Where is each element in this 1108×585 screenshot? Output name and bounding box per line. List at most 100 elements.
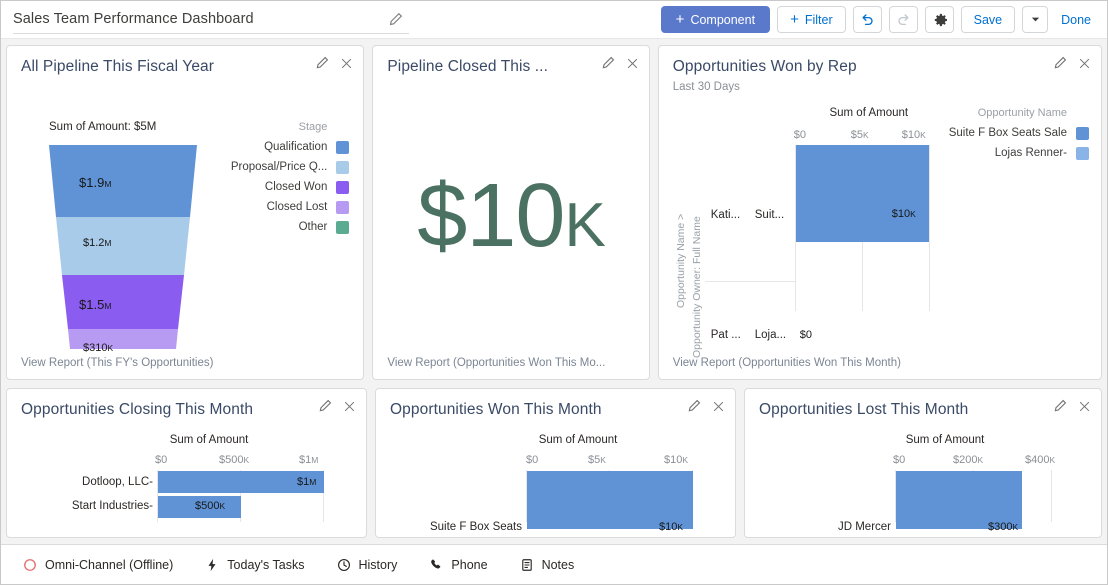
metric-value: $10K: [417, 176, 605, 257]
legend-label: Closed Won: [265, 181, 327, 193]
view-report-link[interactable]: View Report (This FY's Opportunities): [7, 357, 363, 379]
gridline: [929, 145, 930, 311]
bar-value-label-1: $10K: [892, 208, 916, 220]
x-tick-0: $0: [893, 454, 905, 466]
utility-item-omni-channel[interactable]: Omni-Channel (Offline): [7, 545, 189, 584]
legend-swatch-icon: [336, 221, 349, 234]
done-button[interactable]: Done: [1055, 6, 1097, 33]
dashboard-row-2: Opportunities Closing This Month Sum of …: [6, 388, 1102, 538]
legend-label: Proposal/Price Q...: [231, 161, 328, 173]
close-icon[interactable]: [626, 57, 639, 70]
utility-item-label: History: [359, 558, 398, 572]
legend-label: Suite F Box Seats Sale: [949, 127, 1067, 139]
pencil-icon[interactable]: [318, 399, 332, 413]
legend-label: Lojas Renner-: [995, 147, 1067, 159]
card-header: Opportunities Won This Month: [376, 389, 735, 420]
plus-icon: +: [790, 12, 799, 27]
card-all-pipeline-this-fiscal-year[interactable]: All Pipeline This Fiscal Year Sum of Amo…: [6, 45, 364, 380]
x-tick-0: $0: [526, 454, 538, 466]
category-label-start-industries: Start Industries-: [51, 500, 153, 512]
legend-swatch-icon: [336, 201, 349, 214]
subcategory-label-opp-2: Loja...: [755, 329, 786, 341]
card-opportunities-closing-this-month[interactable]: Opportunities Closing This Month Sum of …: [6, 388, 367, 538]
card-opportunities-won-by-rep[interactable]: Opportunities Won by Rep Last 30 Days Su…: [658, 45, 1102, 380]
utility-item-history[interactable]: History: [321, 545, 414, 584]
save-button[interactable]: Save: [961, 6, 1016, 33]
legend-swatch-icon: [1076, 147, 1089, 160]
close-icon[interactable]: [1078, 400, 1091, 413]
add-filter-label: Filter: [805, 13, 833, 27]
close-icon[interactable]: [340, 57, 353, 70]
phone-icon: [429, 558, 443, 572]
card-header: Opportunities Won by Rep Last 30 Days: [659, 46, 1101, 93]
close-icon[interactable]: [1078, 57, 1091, 70]
view-report-link[interactable]: View Report (Opportunities Won This Mo..…: [373, 357, 648, 379]
legend-item-proposal[interactable]: Proposal/Price Q...: [231, 161, 350, 174]
bar-suite-f-box-seats[interactable]: [796, 145, 929, 242]
legend-item-suite-f[interactable]: Suite F Box Seats Sale: [949, 127, 1089, 140]
x-axis-title: Sum of Amount: [129, 434, 289, 446]
add-component-button[interactable]: + Component: [661, 6, 770, 33]
y-axis-inner-title: Opportunity Owner: Full Name: [691, 216, 703, 358]
y-axis-outer-title: Opportunity Name >: [675, 213, 687, 307]
pencil-icon[interactable]: [388, 12, 403, 27]
save-options-button[interactable]: [1022, 6, 1048, 33]
legend-item-closed-lost[interactable]: Closed Lost: [231, 201, 350, 214]
closing-this-month-chart: Sum of Amount $0 $500K $1M Dotloop, LLC-…: [7, 420, 366, 537]
legend-swatch-icon: [336, 161, 349, 174]
funnel-chart: Sum of Amount: $5M $1.9M $1.2M $1.5M $31…: [7, 77, 363, 357]
card-header: Opportunities Lost This Month: [745, 389, 1101, 420]
legend-item-closed-won[interactable]: Closed Won: [231, 181, 350, 194]
x-tick-1: $500K: [219, 454, 249, 466]
card-title: Opportunities Closing This Month: [21, 401, 352, 420]
legend-swatch-icon: [336, 181, 349, 194]
card-opportunities-lost-this-month[interactable]: Opportunities Lost This Month Sum of Amo…: [744, 388, 1102, 538]
legend-title: Stage: [231, 121, 350, 133]
undo-button[interactable]: [853, 6, 882, 33]
add-filter-button[interactable]: + Filter: [777, 6, 846, 33]
pencil-icon[interactable]: [601, 56, 615, 70]
metric-chart: $10K: [373, 77, 648, 357]
card-actions: [1053, 56, 1091, 70]
pencil-icon[interactable]: [315, 56, 329, 70]
category-label-jd-mercer: JD Mercer: [807, 521, 891, 533]
x-tick-1: $5K: [851, 129, 869, 141]
pencil-icon[interactable]: [1053, 399, 1067, 413]
x-tick-2: $10K: [664, 454, 688, 466]
dashboard-title-field[interactable]: Sales Team Performance Dashboard: [13, 6, 409, 34]
utility-item-label: Notes: [542, 558, 575, 572]
bar-value-label-suite-f: $10K: [659, 521, 683, 533]
close-icon[interactable]: [343, 400, 356, 413]
utility-item-phone[interactable]: Phone: [413, 545, 503, 584]
pencil-icon[interactable]: [1053, 56, 1067, 70]
save-label: Save: [974, 13, 1003, 27]
close-icon[interactable]: [712, 400, 725, 413]
legend-item-qualification[interactable]: Qualification: [231, 141, 350, 154]
card-header: Opportunities Closing This Month: [7, 389, 366, 420]
legend-item-other[interactable]: Other: [231, 221, 350, 234]
redo-button[interactable]: [889, 6, 918, 33]
card-actions: [687, 399, 725, 413]
gear-icon: [932, 12, 947, 27]
card-title: Opportunities Won by Rep: [673, 58, 1087, 77]
done-label: Done: [1061, 13, 1091, 27]
view-report-link[interactable]: View Report (Opportunities Won This Mont…: [659, 357, 1101, 379]
category-label-rep-1: Kati...: [711, 209, 740, 221]
x-tick-0: $0: [155, 454, 167, 466]
legend-item-lojas-renner[interactable]: Lojas Renner-: [949, 147, 1089, 160]
plus-icon: +: [676, 12, 685, 27]
card-actions: [601, 56, 639, 70]
legend-swatch-icon: [336, 141, 349, 154]
app-header: Sales Team Performance Dashboard + Compo…: [1, 1, 1107, 39]
utility-item-notes[interactable]: Notes: [504, 545, 591, 584]
card-pipeline-closed-this-month[interactable]: Pipeline Closed This ... $10K: [372, 45, 649, 380]
utility-item-label: Omni-Channel (Offline): [45, 558, 173, 572]
settings-button[interactable]: [925, 6, 954, 33]
legend-title: Opportunity Name: [949, 107, 1089, 119]
utility-item-todays-tasks[interactable]: Today's Tasks: [189, 545, 320, 584]
funnel-total-label: Sum of Amount: $5M: [49, 121, 156, 133]
card-opportunities-won-this-month[interactable]: Opportunities Won This Month Sum of Amou…: [375, 388, 736, 538]
won-by-rep-chart: Sum of Amount Opportunity Name > Opportu…: [659, 93, 1101, 357]
pencil-icon[interactable]: [687, 399, 701, 413]
chart-legend: Opportunity Name Suite F Box Seats Sale …: [949, 107, 1089, 167]
